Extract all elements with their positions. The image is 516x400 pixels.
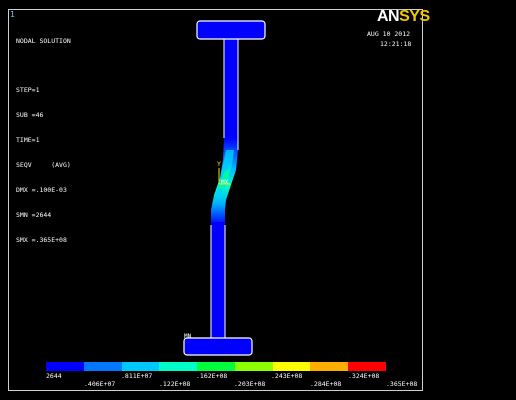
axis-y-label: Y (217, 160, 221, 168)
upper-web (224, 38, 238, 138)
legend-color-band (310, 362, 349, 371)
legend-tick-top: 2644 (46, 372, 62, 380)
legend-tick-top: .811E+07 (121, 372, 153, 380)
lower-web (211, 222, 225, 340)
legend-tick-top: .162E+08 (196, 372, 228, 380)
legend-color-band (197, 362, 235, 371)
legend-tick-bottom: .122E+08 (159, 380, 191, 388)
legend-tick-top: .324E+08 (348, 372, 380, 380)
legend-tick-top: .243E+08 (271, 372, 303, 380)
legend-tick-bottom: .406E+07 (84, 380, 116, 388)
legend-color-band (272, 362, 311, 371)
legend-color-band (121, 362, 160, 371)
max-marker: MX (221, 179, 229, 186)
legend-tick-bottom: .203E+08 (234, 380, 266, 388)
top-flange (197, 21, 265, 39)
stress-contour-model (183, 20, 266, 356)
legend-color-band (234, 362, 273, 371)
legend-color-band (348, 362, 387, 371)
contour-legend-bar (46, 362, 387, 371)
min-marker: MN (184, 333, 192, 340)
legend-color-band (46, 362, 84, 371)
legend-tick-bottom: .284E+08 (310, 380, 342, 388)
legend-tick-bottom: .365E+08 (386, 380, 418, 388)
legend-color-band (83, 362, 122, 371)
bottom-flange (184, 338, 252, 355)
legend-color-band (159, 362, 198, 371)
